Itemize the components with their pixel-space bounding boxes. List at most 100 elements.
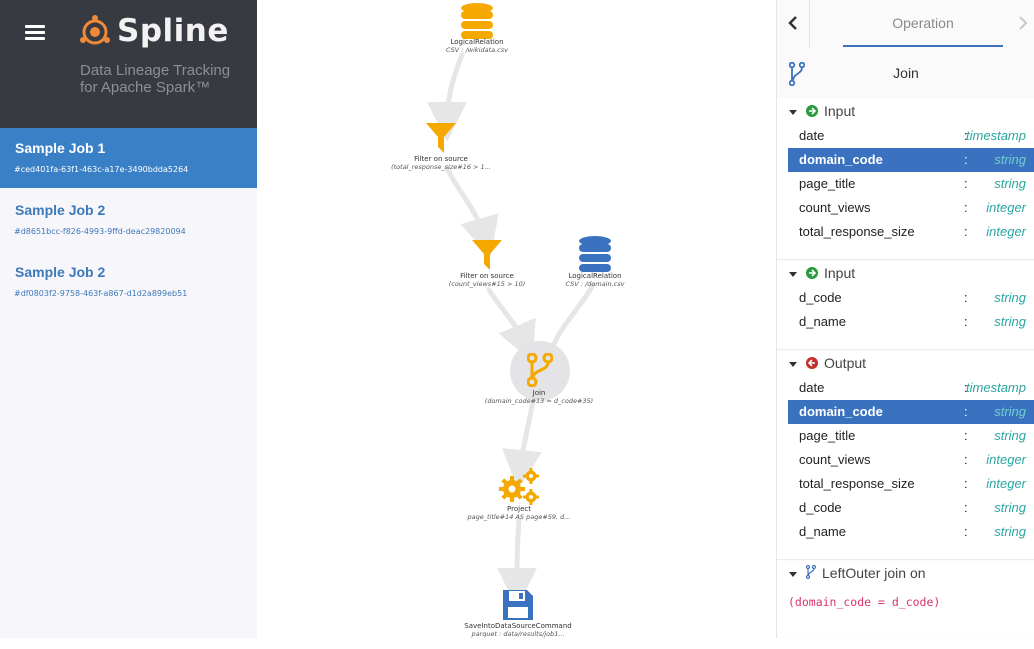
attribute-row[interactable]: count_views : integer: [788, 196, 1034, 220]
lineage-graph[interactable]: LogicalRelation CSV : /wikidata.csv Filt…: [257, 0, 776, 649]
colon: :: [964, 476, 968, 491]
attribute-row[interactable]: domain_code : string: [788, 148, 1034, 172]
attribute-row[interactable]: page_title : string: [788, 172, 1034, 196]
attribute-row[interactable]: date : timestamp: [788, 124, 1034, 148]
attribute-row[interactable]: d_code : string: [788, 286, 1034, 310]
section-header[interactable]: Input: [789, 261, 855, 285]
input-section: Input date : timestamp domain_code : str…: [777, 99, 1034, 260]
attribute-name: date: [799, 380, 825, 395]
join-section: LeftOuter join on (domain_code = d_code): [777, 561, 1034, 637]
attribute-row[interactable]: d_code : string: [788, 496, 1034, 520]
node-label: LogicalRelation CSV : /domain.csv: [566, 272, 625, 288]
node-label: Filter on source (total_response_size#16…: [391, 155, 491, 171]
colon: :: [964, 224, 968, 239]
attribute-name: page_title: [799, 176, 856, 191]
subtitle-line-2: for Apache Spark™: [80, 79, 211, 96]
attribute-row[interactable]: d_name : string: [788, 310, 1034, 334]
job-item[interactable]: Sample Job 2 #d8651bcc-f826-4993-9ffd-de…: [0, 190, 257, 250]
node-sub: (count_views#15 > 10): [448, 280, 526, 288]
node-name: LogicalRelation: [450, 38, 504, 46]
node-name: Filter on source: [414, 155, 468, 163]
colon: :: [964, 428, 968, 443]
job-id: #d8651bcc-f826-4993-9ffd-deac29820094: [14, 227, 186, 236]
node-name: Project: [507, 505, 531, 513]
job-id: #df0803f2-9758-463f-a867-d1d2a899eb51: [14, 289, 188, 298]
attribute-name: page_title: [799, 428, 856, 443]
details-panel: Operation Join Input date : timestamp do…: [776, 0, 1034, 638]
job-item[interactable]: Sample Job 1 #ced401fa-63f1-463c-a17e-34…: [0, 128, 257, 188]
section-label: Output: [824, 355, 867, 371]
attribute-type: string: [994, 524, 1026, 539]
section-label: Input: [824, 103, 856, 119]
attribute-type: integer: [986, 476, 1026, 491]
node-sub: page_title#14 AS page#59, d...: [467, 513, 571, 521]
colon: :: [964, 500, 968, 515]
spline-logo-icon: [80, 15, 110, 45]
caret-down-icon: [789, 571, 797, 577]
node-label: SaveIntoDataSourceCommand parquet : data…: [464, 622, 571, 638]
save-icon[interactable]: [501, 588, 535, 622]
caret-down-icon: [789, 271, 797, 277]
database-icon[interactable]: [460, 2, 494, 40]
filter-icon[interactable]: [472, 240, 502, 270]
node-name: Filter on source: [460, 272, 514, 280]
chevron-right-icon[interactable]: [1015, 12, 1031, 34]
graph-edge: [444, 165, 499, 258]
arrow-left-circle-icon: [806, 357, 818, 370]
attribute-row[interactable]: page_title : string: [788, 424, 1034, 448]
gears-icon[interactable]: [498, 467, 540, 505]
attribute-name: total_response_size: [799, 476, 915, 491]
attribute-type: integer: [986, 200, 1026, 215]
sidebar: Spline Data Lineage Tracking for Apache …: [0, 0, 257, 638]
attribute-row[interactable]: total_response_size : integer: [788, 472, 1034, 496]
tab-bar: Operation: [777, 0, 1034, 49]
colon: :: [964, 152, 968, 167]
job-title: Sample Job 1: [15, 140, 106, 156]
arrow-right-circle-icon: [806, 267, 818, 280]
attribute-type: integer: [986, 224, 1026, 239]
job-item[interactable]: Sample Job 2 #df0803f2-9758-463f-a867-d1…: [0, 252, 257, 312]
attribute-type: string: [994, 152, 1026, 167]
attribute-name: total_response_size: [799, 224, 915, 239]
attribute-name: d_code: [799, 500, 842, 515]
attribute-row[interactable]: date : timestamp: [788, 376, 1034, 400]
graph-edge: [427, 52, 468, 142]
node-label: Join (domain_code#13 = d_code#35): [485, 389, 593, 405]
attribute-row[interactable]: total_response_size : integer: [788, 220, 1034, 244]
database-icon[interactable]: [578, 235, 612, 273]
graph-edge: [486, 287, 536, 363]
subtitle-line-1: Data Lineage Tracking: [80, 62, 231, 79]
join-icon: [805, 565, 817, 580]
attribute-type: timestamp: [966, 380, 1026, 395]
join-condition: (domain_code = d_code): [788, 595, 941, 609]
attribute-row[interactable]: d_name : string: [788, 520, 1034, 544]
section-header[interactable]: Output: [789, 351, 866, 375]
attribute-type: string: [994, 428, 1026, 443]
input-section: Input d_code : string d_name : string: [777, 261, 1034, 350]
section-header[interactable]: Input: [789, 99, 855, 123]
node-sub: parquet : data/results/job1...: [471, 630, 565, 638]
attribute-type: string: [994, 404, 1026, 419]
node-sub: CSV : /wikidata.csv: [446, 46, 508, 54]
operation-title: Join: [893, 65, 919, 81]
attribute-row[interactable]: count_views : integer: [788, 448, 1034, 472]
graph-edge: [497, 517, 538, 608]
attribute-name: d_name: [799, 524, 846, 539]
caret-down-icon: [789, 361, 797, 367]
output-section: Output date : timestamp domain_code : st…: [777, 351, 1034, 560]
job-title: Sample Job 2: [15, 264, 106, 280]
tab-prev-button[interactable]: [777, 0, 810, 47]
node-label: Filter on source (count_views#15 > 10): [449, 272, 526, 288]
node-name: Join: [532, 389, 546, 397]
node-label: Project page_title#14 AS page#59, d...: [467, 505, 570, 521]
filter-icon[interactable]: [426, 123, 456, 153]
join-icon[interactable]: [527, 353, 553, 387]
menu-icon[interactable]: [25, 25, 45, 41]
attribute-name: d_name: [799, 314, 846, 329]
attribute-name: count_views: [799, 200, 871, 215]
section-header[interactable]: LeftOuter join on: [789, 561, 926, 585]
tab-operation[interactable]: Operation: [843, 0, 1003, 47]
attribute-row[interactable]: domain_code : string: [788, 400, 1034, 424]
attribute-name: d_code: [799, 290, 842, 305]
colon: :: [964, 290, 968, 305]
